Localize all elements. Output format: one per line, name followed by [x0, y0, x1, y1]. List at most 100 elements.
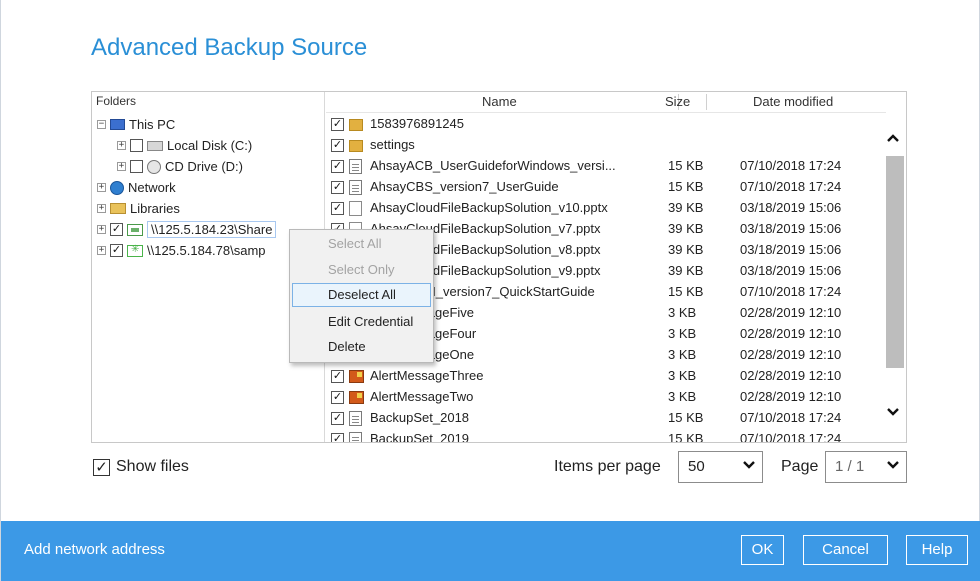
file-size: 39 KB: [668, 242, 704, 257]
cd-drive-icon: [147, 159, 161, 174]
advanced-backup-source-dialog: Advanced Backup Source Folders − This PC…: [0, 0, 980, 581]
file-row[interactable]: ✓ AlertMessageThree 3 KB 02/28/2019 12:1…: [326, 366, 886, 387]
page-select[interactable]: 1 / 1: [825, 451, 907, 483]
browser-panel: Folders − This PC + Local Disk (C:) + CD…: [91, 91, 907, 443]
file-checkbox[interactable]: ✓: [331, 118, 344, 131]
menu-item-select-all[interactable]: Select All: [292, 232, 431, 256]
file-size: 39 KB: [668, 263, 704, 278]
file-date: 02/28/2019 12:10: [740, 368, 842, 383]
tree-item-share-78[interactable]: + ✓ \\125.5.184.78\samp: [97, 240, 266, 261]
file-name: AlertMessageTwo: [370, 389, 474, 404]
expand-icon[interactable]: +: [97, 246, 106, 255]
show-files-checkbox[interactable]: ✓: [93, 458, 110, 476]
column-header-date[interactable]: Date modified: [753, 94, 833, 109]
expand-icon[interactable]: +: [117, 141, 126, 150]
tree-item-libraries[interactable]: + Libraries: [97, 198, 180, 219]
page-value: 1 / 1: [835, 458, 865, 475]
file-row[interactable]: ✓ BackupSet_2018 15 KB 07/10/2018 17:24: [326, 408, 886, 429]
file-date: 03/18/2019 15:06: [740, 242, 842, 257]
file-row[interactable]: ✓ AhsayCBS_version7_UserGuide 15 KB 07/1…: [326, 177, 886, 198]
file-checkbox[interactable]: ✓: [331, 160, 344, 173]
file-row[interactable]: ✓ AhsayCloudFileBackupSolution_v10.pptx …: [326, 198, 886, 219]
file-date: 02/28/2019 12:10: [740, 305, 842, 320]
dialog-title: Advanced Backup Source: [91, 34, 368, 61]
help-button[interactable]: Help: [906, 535, 968, 565]
column-header-size[interactable]: Size: [665, 94, 690, 109]
network-share-icon: [127, 223, 143, 236]
tree-checkbox-checked[interactable]: ✓: [110, 223, 123, 236]
scroll-down-icon[interactable]: [886, 404, 900, 420]
menu-item-select-only[interactable]: Select Only: [292, 258, 431, 282]
document-icon: [349, 432, 362, 442]
tree-item-network[interactable]: + Network: [97, 177, 176, 198]
collapse-icon[interactable]: −: [97, 120, 106, 129]
cancel-button[interactable]: Cancel: [803, 535, 888, 565]
file-date: 03/18/2019 15:06: [740, 221, 842, 236]
vertical-scrollbar[interactable]: [882, 122, 906, 438]
file-row[interactable]: ✓ BackupSet_2019 15 KB 07/10/2018 17:24: [326, 429, 886, 442]
file-row[interactable]: ✓ settings: [326, 135, 886, 156]
add-network-address-link[interactable]: Add network address: [24, 541, 165, 558]
pptx-icon: [349, 201, 362, 216]
expand-icon[interactable]: +: [97, 183, 106, 192]
file-size: 3 KB: [668, 347, 697, 362]
file-size: 15 KB: [668, 284, 704, 299]
ok-button[interactable]: OK: [741, 535, 784, 565]
file-size: 3 KB: [668, 389, 697, 404]
file-row[interactable]: ✓ AhsayACB_UserGuideforWindows_versi... …: [326, 156, 886, 177]
items-per-page-label: Items per page: [554, 458, 661, 475]
chevron-down-icon: [886, 458, 900, 473]
file-date: 03/18/2019 15:06: [740, 263, 842, 278]
menu-item-delete[interactable]: Delete: [292, 335, 431, 359]
file-checkbox[interactable]: ✓: [331, 370, 344, 383]
file-checkbox[interactable]: ✓: [331, 433, 344, 442]
network-share-new-icon: [127, 244, 143, 257]
menu-item-edit-credential[interactable]: Edit Credential: [292, 310, 431, 334]
file-row[interactable]: ✓ 1583976891245: [326, 114, 886, 135]
scrollbar-thumb[interactable]: [886, 156, 904, 368]
file-name: AlertMessageThree: [370, 368, 484, 383]
file-checkbox[interactable]: ✓: [331, 181, 344, 194]
file-row[interactable]: ✓ AlertMessageTwo 3 KB 02/28/2019 12:10: [326, 387, 886, 408]
tree-checkbox[interactable]: [130, 160, 143, 173]
library-icon: [110, 203, 126, 214]
tree-item-label: This PC: [129, 117, 176, 132]
folder-icon: [349, 119, 363, 131]
tree-item-share-23[interactable]: + ✓ \\125.5.184.23\Share: [97, 219, 277, 240]
document-icon: [349, 180, 362, 195]
file-name: settings: [370, 137, 415, 152]
file-checkbox[interactable]: ✓: [331, 202, 344, 215]
column-divider[interactable]: [706, 94, 707, 110]
file-date: 07/10/2018 17:24: [740, 410, 842, 425]
file-checkbox[interactable]: ✓: [331, 139, 344, 152]
tree-item-label: CD Drive (D:): [165, 159, 243, 174]
file-date: 07/10/2018 17:24: [740, 431, 842, 442]
file-date: 02/28/2019 12:10: [740, 389, 842, 404]
file-size: 39 KB: [668, 221, 704, 236]
items-per-page-select[interactable]: 50: [678, 451, 763, 483]
file-date: 07/10/2018 17:24: [740, 284, 842, 299]
column-header-name[interactable]: Name: [482, 94, 517, 109]
file-checkbox[interactable]: ✓: [331, 391, 344, 404]
expand-icon[interactable]: +: [97, 225, 106, 234]
expand-icon[interactable]: +: [117, 162, 126, 171]
file-checkbox[interactable]: ✓: [331, 412, 344, 425]
tree-item-label: Local Disk (C:): [167, 138, 253, 153]
menu-item-deselect-all[interactable]: Deselect All: [292, 283, 431, 307]
expand-icon[interactable]: +: [97, 204, 106, 213]
document-icon: [349, 159, 362, 174]
file-date: 03/18/2019 15:06: [740, 200, 842, 215]
tree-item-label: \\125.5.184.78\samp: [147, 243, 266, 258]
file-size: 39 KB: [668, 200, 704, 215]
disk-icon: [147, 140, 163, 151]
folder-icon: [349, 140, 363, 152]
tree-checkbox-checked[interactable]: ✓: [110, 244, 123, 257]
tree-item-cd-drive[interactable]: + CD Drive (D:): [117, 156, 243, 177]
items-per-page-value: 50: [688, 458, 705, 475]
tree-checkbox[interactable]: [130, 139, 143, 152]
show-files-toggle[interactable]: ✓ Show files: [93, 458, 189, 476]
file-name: AhsayCloudFileBackupSolution_v10.pptx: [370, 200, 608, 215]
tree-item-local-disk[interactable]: + Local Disk (C:): [117, 135, 252, 156]
tree-item-this-pc[interactable]: − This PC: [97, 114, 175, 135]
scroll-up-icon[interactable]: [886, 130, 900, 146]
